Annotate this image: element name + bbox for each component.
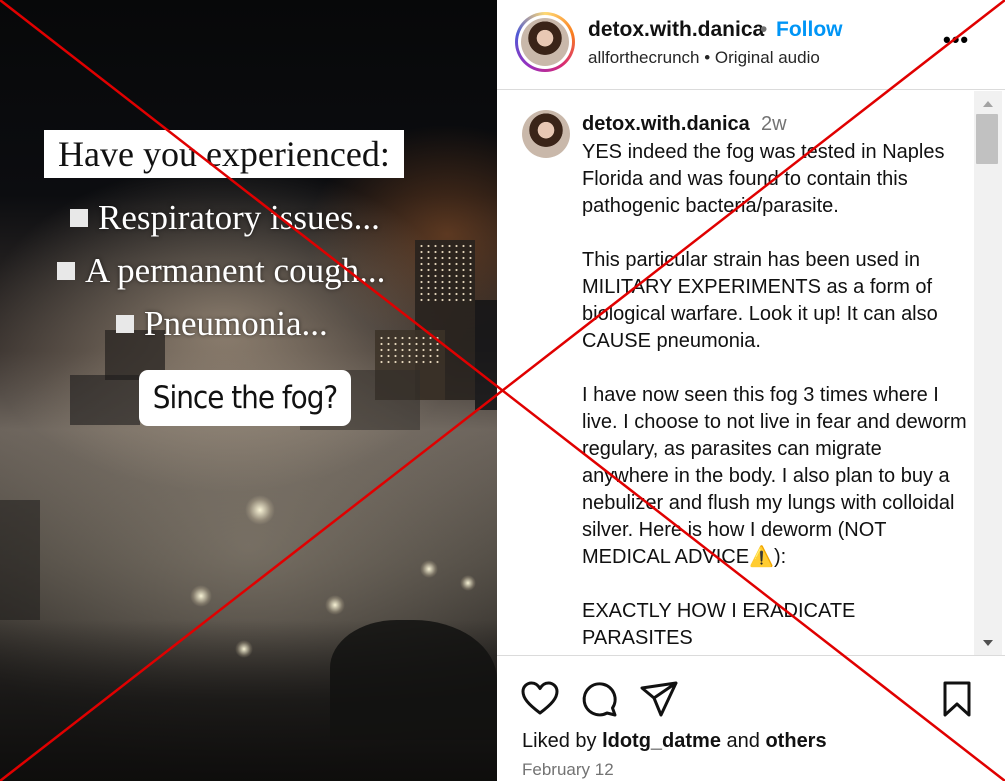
overlay-bullet: Pneumonia... <box>116 304 328 344</box>
bullet-square-icon <box>57 262 75 280</box>
street-light <box>420 560 438 578</box>
header-audio-subtitle[interactable]: allforthecrunch • Original audio <box>588 48 820 68</box>
scrollbar-thumb[interactable] <box>976 114 998 164</box>
post-date[interactable]: February 12 <box>522 760 614 780</box>
avatar <box>521 18 569 66</box>
share-icon[interactable] <box>639 679 679 719</box>
avatar[interactable] <box>522 110 570 158</box>
story-ring[interactable] <box>515 12 575 72</box>
overlay-bullet-text: A permanent cough... <box>85 251 386 290</box>
post-side-panel: detox.with.danica • Follow allforthecrun… <box>497 0 1005 781</box>
more-options-icon[interactable]: ••• <box>943 29 973 51</box>
comment-icon[interactable] <box>579 679 619 719</box>
likes-summary: Liked by ldotg_datme and others <box>522 730 827 753</box>
overlay-bullet: A permanent cough... <box>57 251 385 291</box>
liked-and: and <box>726 730 760 752</box>
follow-button[interactable]: Follow <box>776 18 843 42</box>
overlay-title-card: Have you experienced: <box>44 130 404 178</box>
building-windows <box>378 335 442 365</box>
scroll-up-icon[interactable] <box>983 101 993 107</box>
overlay-bullet-text: Respiratory issues... <box>98 198 380 237</box>
action-bar: Liked by ldotg_datme and others February… <box>497 657 1005 781</box>
street-light <box>325 595 345 615</box>
building-windows <box>418 243 472 303</box>
scrollbar[interactable] <box>974 91 1002 655</box>
caption-timestamp[interactable]: 2w <box>761 113 787 136</box>
liked-prefix: Liked by <box>522 730 597 752</box>
bookmark-icon[interactable] <box>937 679 977 719</box>
caption-username[interactable]: detox.with.danica <box>582 113 750 136</box>
caption-text: YES indeed the fog was tested in Naples … <box>582 141 967 649</box>
overlay-bullet: Respiratory issues... <box>70 198 380 238</box>
liked-others-link[interactable]: others <box>765 730 826 752</box>
bullet-square-icon <box>70 209 88 227</box>
building-silhouette <box>0 500 40 620</box>
header-separator: • <box>760 18 768 41</box>
header-username[interactable]: detox.with.danica <box>588 18 764 42</box>
heart-icon[interactable] <box>520 679 560 719</box>
overlay-sticker: Since the fog? <box>139 370 351 426</box>
liked-user-link[interactable]: ldotg_datme <box>602 730 721 752</box>
tree-silhouette <box>330 620 497 740</box>
street-light <box>245 495 275 525</box>
post-media[interactable]: Have you experienced: Respiratory issues… <box>0 0 497 781</box>
building-silhouette <box>70 375 140 425</box>
overlay-bullet-text: Pneumonia... <box>144 304 328 343</box>
street-light <box>460 575 476 591</box>
street-light <box>235 640 253 658</box>
street-light <box>190 585 212 607</box>
bullet-square-icon <box>116 315 134 333</box>
scroll-down-icon[interactable] <box>983 640 993 646</box>
post-header: detox.with.danica • Follow allforthecrun… <box>497 0 1005 90</box>
avatar-frame <box>518 15 572 69</box>
caption-area[interactable]: detox.with.danica 2w YES indeed the fog … <box>497 91 1005 656</box>
building-silhouette <box>475 300 497 410</box>
